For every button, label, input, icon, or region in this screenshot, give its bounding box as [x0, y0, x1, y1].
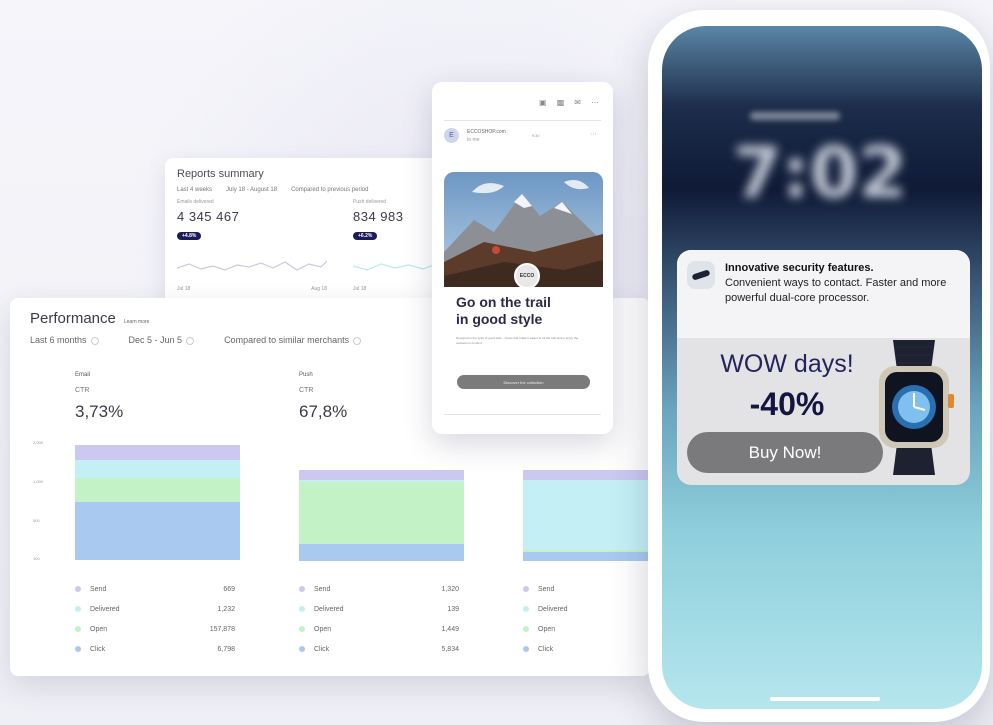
sender-recipient: to me: [467, 136, 480, 143]
email-toolbar: ▣ ▩ ✉ ⋯: [432, 82, 613, 107]
smartwatch-image: [879, 340, 954, 475]
reports-filter-period[interactable]: Last 4 weeks: [177, 187, 212, 193]
info-icon: [90, 336, 99, 345]
app-icon: [687, 261, 715, 289]
bar-segment-click: [299, 544, 464, 561]
push-notification[interactable]: Innovative security features. Convenient…: [677, 250, 970, 485]
bar-segment-send: [523, 470, 650, 480]
legend-dot: [523, 586, 529, 592]
y-axis-tick: 2,000: [33, 440, 44, 445]
legend-dot: [523, 646, 529, 652]
reports-axis-start: Jul 18: [353, 286, 367, 292]
bar-segment-delivered: [75, 460, 240, 478]
legend-dot: [75, 646, 81, 652]
legend-item-delivered: Delivered: [523, 599, 633, 619]
email-headline-line-1: Go on the trail: [456, 294, 551, 310]
legend-item-click: Click 5,834: [299, 639, 459, 659]
buy-now-button[interactable]: Buy Now!: [687, 432, 883, 473]
legend-dot: [523, 606, 529, 612]
email-sender: E ECCOSHOP.com to me 9:30: [444, 128, 540, 143]
reports-axis-start: Jul 18: [177, 286, 191, 292]
legend-email: Send 669 Delivered 1,232 Open 157,878 Click…: [75, 579, 235, 659]
reports-axis-end: Aug 18: [311, 286, 327, 292]
email-body-text: Designed in the spirit of good style - s…: [456, 336, 579, 345]
legend-item-delivered: Delivered 139: [299, 599, 459, 619]
promo-headline: WOW days!: [720, 350, 854, 378]
legend-dot: [299, 606, 305, 612]
legend-dot: [299, 586, 305, 592]
legend-dot: [523, 626, 529, 632]
performance-title: Performance: [30, 310, 116, 327]
legend-item-send: Send 669: [75, 579, 235, 599]
trash-icon[interactable]: ▩: [557, 98, 565, 107]
archive-icon[interactable]: ▣: [539, 98, 547, 107]
reports-change-badge: +4.8%: [177, 232, 202, 240]
brand-logo: ECCO: [514, 263, 540, 289]
info-icon: [353, 336, 362, 345]
email-cta-button[interactable]: Discover the collection: [457, 375, 590, 389]
lock-screen-time: 7:02: [732, 132, 908, 214]
reports-metric-label: Emails delivered: [177, 199, 214, 205]
bar-segment-send: [75, 445, 240, 460]
legend-dot: [299, 646, 305, 652]
email-time: 9:30: [531, 133, 540, 138]
bar-segment-open: [299, 482, 464, 544]
legend-dot: [75, 626, 81, 632]
performance-column-email: Email CTR 3,73%: [75, 372, 241, 422]
performance-filter-period[interactable]: Last 6 months: [30, 335, 99, 345]
legend-item-open: Open: [523, 619, 633, 639]
bar-segment-delivered: [523, 480, 650, 550]
legend-item-click: Click 6,798: [75, 639, 235, 659]
y-axis-tick: 1,000: [33, 479, 44, 484]
performance-learn-more-link[interactable]: Learn more: [124, 319, 150, 325]
legend-item-open: Open 157,878: [75, 619, 235, 639]
email-divider: [444, 414, 601, 415]
legend-item-open: Open 1,449: [299, 619, 459, 639]
channel-name: Email: [75, 372, 91, 378]
legend-third: Send Delivered Open Click: [523, 579, 633, 659]
legend-item-click: Click: [523, 639, 633, 659]
info-icon: [186, 336, 195, 345]
lock-screen-date-blur: [750, 112, 840, 120]
legend-item-delivered: Delivered 1,232: [75, 599, 235, 619]
metric-value: 3,73%: [75, 402, 124, 421]
notification-title: Innovative security features.: [725, 262, 874, 274]
reports-column-email: Emails delivered 4 345 467 +4.8% Jul 18 …: [177, 199, 353, 292]
legend-item-send: Send 1,320: [299, 579, 459, 599]
more-icon[interactable]: ⋯: [591, 98, 599, 107]
sender-avatar: E: [444, 128, 459, 143]
reports-sparkline: [177, 260, 327, 271]
reports-metric-value: 4 345 467: [177, 209, 240, 224]
metric-label: CTR: [75, 387, 90, 394]
reports-filter-range[interactable]: July 18 - August 18: [226, 187, 277, 193]
notification-text: Innovative security features. Convenient…: [725, 261, 961, 306]
email-headline: Go on the trail in good style: [456, 294, 596, 328]
reports-change-badge: +6.2%: [353, 232, 378, 240]
bar-segment-click: [523, 552, 650, 561]
performance-filter-range[interactable]: Dec 5 - Jun 5: [129, 335, 195, 345]
performance-filter-compare[interactable]: Compared to similar merchants: [224, 335, 362, 345]
email-more-icon[interactable]: ⋯: [590, 130, 597, 138]
email-headline-line-2: in good style: [456, 311, 543, 327]
legend-item-send: Send: [523, 579, 633, 599]
home-indicator[interactable]: [770, 697, 880, 701]
sender-name: ECCOSHOP.com: [467, 128, 506, 135]
stacked-bar-email: [75, 445, 240, 560]
promo-discount: -40%: [749, 386, 825, 422]
legend-dot: [75, 586, 81, 592]
stacked-bar-push: [299, 470, 464, 561]
bar-segment-send: [299, 470, 464, 480]
reports-filter-compare[interactable]: Compared to previous period: [291, 187, 368, 193]
legend-dot: [75, 606, 81, 612]
notification-body: Convenient ways to contact. Faster and m…: [725, 277, 947, 304]
bar-segment-click: [75, 502, 240, 560]
y-axis-tick: 100: [33, 556, 40, 561]
mail-icon[interactable]: ✉: [574, 98, 581, 107]
y-axis-tick: 500: [33, 518, 40, 523]
bar-segment-open: [75, 478, 240, 502]
legend-push: Send 1,320 Delivered 139 Open 1,449 Click 5,…: [299, 579, 459, 659]
stacked-bar-third: [523, 470, 650, 561]
email-divider: [444, 120, 601, 121]
legend-dot: [299, 626, 305, 632]
